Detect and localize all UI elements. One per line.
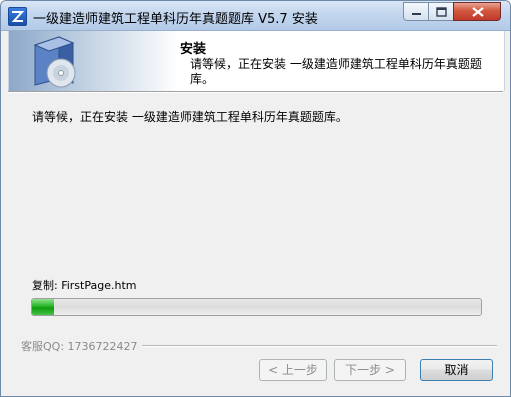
maximize-button[interactable] bbox=[428, 2, 454, 21]
header-divider bbox=[8, 91, 503, 93]
minimize-button[interactable] bbox=[403, 2, 429, 21]
header-subtitle: 请等候，正在安装 一级建造师建筑工程单科历年真题题库。 bbox=[190, 57, 482, 86]
close-icon bbox=[472, 7, 484, 17]
maximize-icon bbox=[436, 7, 447, 17]
install-box-icon bbox=[33, 36, 76, 88]
next-button[interactable]: 下一步 > bbox=[334, 359, 406, 381]
installer-header: 安装 请等候，正在安装 一级建造师建筑工程单科历年真题题库。 bbox=[8, 31, 505, 91]
copy-file-label: 复制: FirstPage.htm bbox=[32, 279, 137, 292]
close-button[interactable] bbox=[453, 2, 501, 21]
window-title: 一级建造师建筑工程单科历年真题题库 V5.7 安装 bbox=[33, 12, 318, 27]
branding-text: 客服QQ: 1736722427 bbox=[21, 338, 142, 354]
installer-window: 一级建造师建筑工程单科历年真题题库 V5.7 安装 安装 请等候，正在安装 一级… bbox=[0, 0, 511, 397]
progress-fill bbox=[32, 299, 55, 315]
install-progress-bar bbox=[31, 298, 482, 316]
back-button[interactable]: < 上一步 bbox=[259, 359, 327, 381]
status-text: 请等候，正在安装 一级建造师建筑工程单科历年真题题库。 bbox=[32, 110, 348, 124]
title-bar[interactable]: 一级建造师建筑工程单科历年真题题库 V5.7 安装 bbox=[1, 1, 510, 31]
minimize-icon bbox=[412, 13, 421, 15]
header-title: 安装 bbox=[180, 42, 207, 57]
branding-row: 客服QQ: 1736722427 bbox=[21, 338, 497, 354]
cancel-button[interactable]: 取消 bbox=[420, 359, 493, 381]
app-icon bbox=[8, 7, 27, 26]
